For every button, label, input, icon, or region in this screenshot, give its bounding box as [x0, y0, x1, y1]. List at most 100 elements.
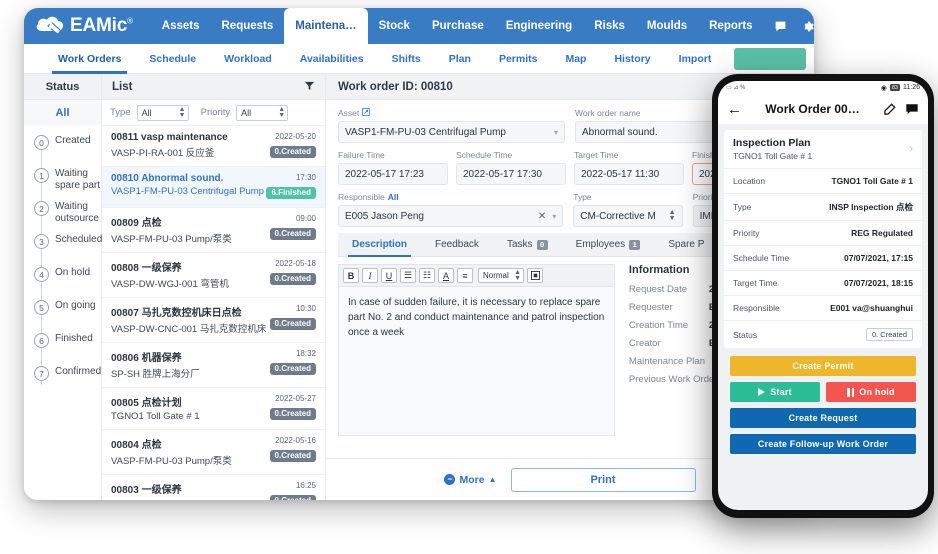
- status-label: Waiting spare part: [55, 168, 101, 191]
- create-request-button[interactable]: Create Request: [730, 408, 916, 428]
- description-text[interactable]: In case of sudden failure, it is necessa…: [338, 286, 615, 436]
- primary-action-button[interactable]: [734, 48, 806, 70]
- status-item-scheduled[interactable]: 3 Scheduled: [34, 233, 102, 261]
- arrow-left-icon[interactable]: ←: [727, 102, 742, 117]
- work-order-asset: SP-SH 胜牌上海分厂: [111, 369, 200, 380]
- asset-field-label: Asset: [338, 108, 565, 118]
- gear-icon[interactable]: [801, 20, 814, 33]
- responsible-select[interactable]: E005 Jason Peng ✕ ▾: [338, 205, 564, 227]
- create-permit-button[interactable]: Create Permit: [730, 356, 916, 376]
- topnav-engineering[interactable]: Engineering: [495, 8, 583, 44]
- tab-label: Feedback: [435, 239, 479, 250]
- align-icon[interactable]: ≡: [457, 268, 473, 283]
- tab-tasks[interactable]: Tasks 0: [493, 233, 562, 257]
- list-item[interactable]: 00803 一级保养 VASP-DW-WGJ-001 弯管机 16:25 0.C…: [102, 475, 325, 500]
- responsible-all-link[interactable]: All: [388, 192, 399, 202]
- tab-feedback[interactable]: Feedback: [421, 233, 493, 257]
- topnav-reports[interactable]: Reports: [698, 8, 763, 44]
- funnel-icon[interactable]: [304, 78, 315, 96]
- work-order-date: 2022-05-20: [275, 132, 316, 141]
- wifi-icon: ◉: [880, 84, 887, 92]
- start-button[interactable]: Start: [730, 382, 820, 402]
- italic-icon[interactable]: I: [362, 268, 378, 283]
- priority-filter-label: Priority: [200, 107, 231, 118]
- list-item[interactable]: 00806 机器保养 SP-SH 胜牌上海分厂 18:32 0.Created: [102, 343, 325, 388]
- more-button[interactable]: − More ▲: [444, 474, 497, 486]
- list-item[interactable]: 00804 点检 VASP-FM-PU-03 Pump/泵类 2022-05-1…: [102, 430, 325, 475]
- create-followup-button[interactable]: Create Follow-up Work Order: [730, 434, 916, 454]
- list-item[interactable]: 00811 vasp maintenance VASP-PI-RA-001 反应…: [102, 126, 325, 167]
- status-item-on-going[interactable]: 5 On going: [34, 299, 101, 327]
- status-number: 3: [34, 234, 49, 249]
- topnav-stock[interactable]: Stock: [368, 8, 421, 44]
- status-item-confirmed[interactable]: 7 Confirmed: [34, 365, 101, 393]
- subnav-workload[interactable]: Workload: [210, 44, 286, 74]
- topnav-risks[interactable]: Risks: [583, 8, 636, 44]
- subnav-shifts[interactable]: Shifts: [378, 44, 435, 74]
- tab-count-badge: 1: [629, 239, 641, 250]
- topnav-purchase[interactable]: Purchase: [421, 8, 495, 44]
- text-style-select[interactable]: Normal ▲ ▼: [478, 268, 524, 283]
- edit-icon[interactable]: [883, 102, 897, 116]
- subnav-history[interactable]: History: [600, 44, 664, 74]
- numbered-list-icon[interactable]: ☷: [419, 268, 435, 283]
- app-logo[interactable]: EAMic®: [32, 13, 133, 39]
- inspection-plan-row[interactable]: Inspection Plan TGNO1 Toll Gate # 1 ›: [724, 130, 922, 169]
- subnav-availabilities[interactable]: Availabilities: [286, 44, 378, 74]
- source-icon[interactable]: [527, 268, 543, 283]
- status-filter-all[interactable]: All: [24, 100, 101, 126]
- chat-icon[interactable]: [905, 102, 919, 116]
- priority-filter-select[interactable]: All ▲ ▼: [236, 104, 289, 121]
- print-button[interactable]: Print: [510, 467, 696, 492]
- chat-icon[interactable]: [774, 20, 787, 33]
- brand-name: EAMic: [70, 15, 128, 36]
- list-item[interactable]: 00805 点检计划 TGNO1 Toll Gate # 1 2022-05-2…: [102, 388, 325, 430]
- topnav-maintenance[interactable]: Maintena…: [284, 8, 368, 44]
- tab-description[interactable]: Description: [338, 233, 421, 257]
- row-key: Responsible: [733, 303, 780, 313]
- status-item-created[interactable]: 0 Created: [34, 134, 101, 162]
- close-icon[interactable]: ✕: [538, 211, 552, 222]
- type-filter-select[interactable]: All ▲ ▼: [136, 104, 189, 121]
- list-item[interactable]: 00809 点检 VASP-FM-PU-03 Pump/泵类 09:00 0.C…: [102, 208, 325, 253]
- schedule-time-input[interactable]: 2022-05-17 17:30: [456, 163, 566, 185]
- topnav-requests[interactable]: Requests: [211, 8, 285, 44]
- subnav-plan[interactable]: Plan: [435, 44, 485, 74]
- font-color-icon[interactable]: A: [438, 268, 454, 283]
- type-select[interactable]: CM-Corrective M ▲ ▼: [573, 205, 683, 227]
- main-content: Status All 0 Created 1 Waiting spare par…: [24, 74, 814, 500]
- status-item-on-hold[interactable]: 4 On hold: [34, 266, 101, 294]
- mobile-detail-card: Inspection Plan TGNO1 Toll Gate # 1 › Lo…: [724, 130, 922, 348]
- tab-spare-parts[interactable]: Spare P: [654, 233, 718, 257]
- list-item[interactable]: 00807 马扎克数控机床日点检 VASP-DW-CNC-001 马扎克数控机床…: [102, 298, 325, 343]
- row-value: 07/07/2021, 17:15: [843, 253, 913, 263]
- work-order-date: 10:30: [295, 304, 316, 313]
- asset-value: VASP1-FM-PU-03 Centrifugal Pump: [345, 126, 506, 138]
- external-link-icon[interactable]: [362, 108, 371, 118]
- target-time-input[interactable]: 2022-05-17 11:30: [574, 163, 684, 185]
- subnav-schedule[interactable]: Schedule: [135, 44, 210, 74]
- status-badge: 0. Created: [865, 328, 913, 341]
- topnav-assets[interactable]: Assets: [151, 8, 211, 44]
- status-item-finished[interactable]: 6 Finished: [34, 332, 101, 360]
- on-hold-button[interactable]: On hold: [826, 382, 916, 402]
- bullet-list-icon[interactable]: ☰: [400, 268, 416, 283]
- work-order-asset: TGNO1 Toll Gate # 1: [111, 411, 200, 422]
- topnav-moulds[interactable]: Moulds: [636, 8, 698, 44]
- subnav-map[interactable]: Map: [551, 44, 600, 74]
- schedule-time-label: Schedule Time: [456, 150, 513, 160]
- subnav-permits[interactable]: Permits: [485, 44, 552, 74]
- list-item[interactable]: 00808 一级保养 VASP-DW-WGJ-001 弯管机 2022-05-1…: [102, 253, 325, 298]
- list-item[interactable]: 00810 Abnormal sound. VASP1-FM-PU-03 Cen…: [102, 167, 325, 208]
- status-item-waiting-outsource[interactable]: 2 Waiting outsource: [34, 200, 101, 228]
- underline-icon[interactable]: U: [381, 268, 397, 283]
- subnav-work-orders[interactable]: Work Orders: [44, 44, 135, 74]
- work-order-title: 00803 一级保养: [111, 485, 182, 496]
- caret-up-icon: ▲: [488, 475, 497, 484]
- status-item-waiting-spare-part[interactable]: 1 Waiting spare part: [34, 167, 101, 195]
- failure-time-input[interactable]: 2022-05-17 17:23: [338, 163, 448, 185]
- asset-select[interactable]: VASP1-FM-PU-03 Centrifugal Pump ▾: [338, 121, 565, 143]
- bold-icon[interactable]: B: [343, 268, 359, 283]
- subnav-import[interactable]: Import: [665, 44, 726, 74]
- tab-employees[interactable]: Employees 1: [562, 233, 655, 257]
